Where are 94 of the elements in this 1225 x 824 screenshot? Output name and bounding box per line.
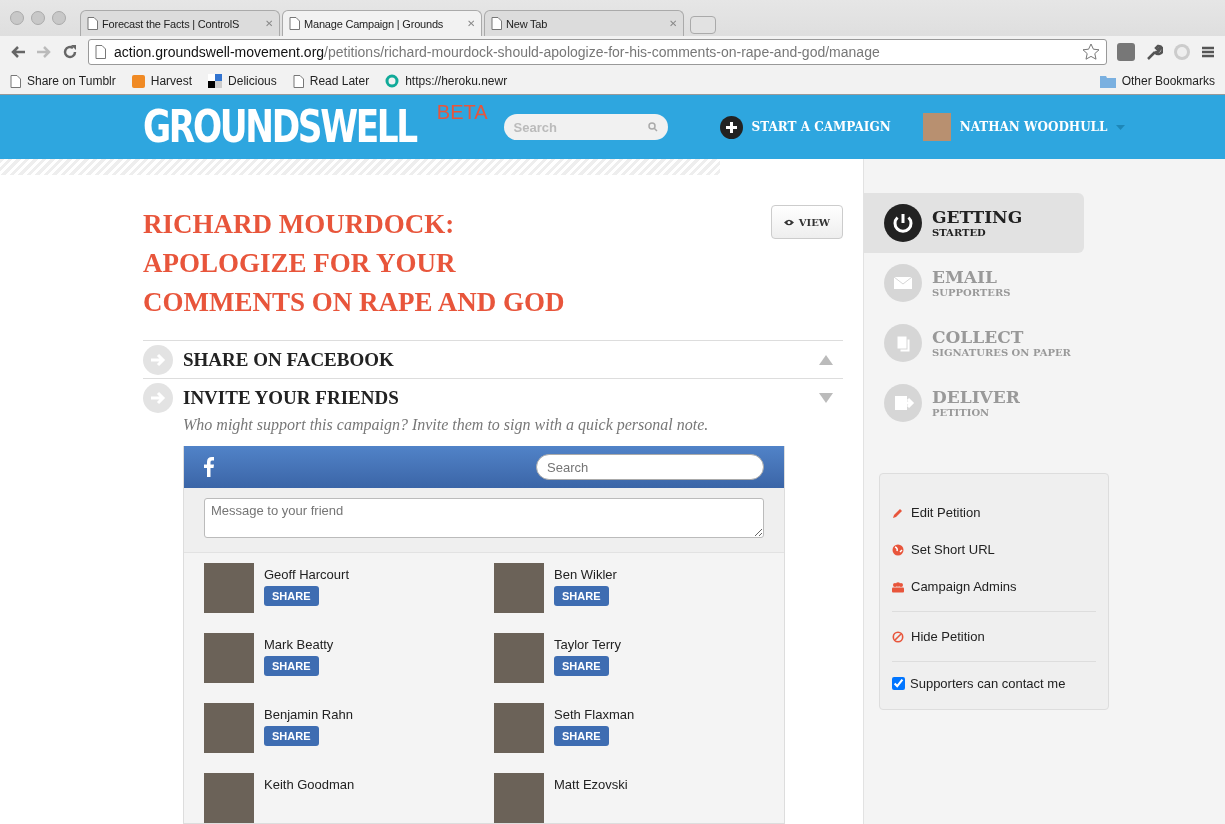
- star-icon[interactable]: [1082, 43, 1100, 61]
- arrow-circle-icon: [143, 344, 173, 375]
- window-minimize-control[interactable]: [31, 11, 45, 25]
- section-header[interactable]: SHARE ON FACEBOOK: [143, 341, 843, 379]
- browser-tab[interactable]: New Tab ✕: [484, 10, 684, 36]
- photo-placeholder: [494, 633, 544, 683]
- message-field[interactable]: Message to your friend: [204, 498, 764, 538]
- checkbox-label: Supporters can contact me: [910, 676, 1066, 691]
- page-icon: [292, 74, 304, 88]
- envelope-icon: [884, 264, 922, 302]
- photo-placeholder: [204, 703, 254, 753]
- friend-name: Ben Wikler: [554, 567, 617, 582]
- new-tab-button[interactable]: [690, 16, 716, 34]
- reload-icon[interactable]: [62, 44, 78, 60]
- step-subtitle: STARTED: [932, 227, 987, 238]
- share-button[interactable]: SHARE: [554, 656, 609, 676]
- contact-checkbox[interactable]: [892, 677, 905, 690]
- friend-name: Keith Goodman: [264, 777, 355, 792]
- photo-placeholder: [494, 563, 544, 613]
- bookmark-item[interactable]: Harvest: [131, 74, 193, 88]
- back-icon[interactable]: [10, 45, 26, 59]
- page-icon: [87, 17, 98, 30]
- view-button[interactable]: VIEW: [770, 205, 843, 239]
- caret-icon: [1116, 124, 1126, 130]
- search-icon: [647, 122, 658, 132]
- share-button[interactable]: SHARE: [264, 656, 319, 676]
- address-bar[interactable]: action.groundswell-movement.org/petitions/richard-mourdock-should-apologize-for-his-comments-on-rape-and-god/manage: [88, 39, 1107, 65]
- friend-name: Taylor Terry: [554, 637, 621, 652]
- h-logo-icon: [131, 74, 145, 88]
- friend-search-field[interactable]: Search: [536, 454, 764, 480]
- beta-label: BETA: [436, 101, 488, 124]
- friend-name: Matt Ezovski: [554, 777, 628, 792]
- step-title: DELIVER: [932, 388, 1020, 407]
- photo-placeholder: [494, 703, 544, 753]
- share-button[interactable]: SHARE: [554, 726, 609, 746]
- menu-icon[interactable]: [1201, 45, 1215, 59]
- friend-name: Mark Beatty: [264, 637, 334, 652]
- share-button[interactable]: SHARE: [264, 726, 319, 746]
- step-item[interactable]: GETTING STARTED: [864, 193, 1084, 253]
- extension-icon[interactable]: [1117, 43, 1135, 61]
- photo-placeholder: [204, 633, 254, 683]
- forward-icon[interactable]: [36, 45, 52, 59]
- page-icon: [289, 17, 300, 30]
- expand-icon: [819, 354, 833, 365]
- wrench-icon[interactable]: [1145, 43, 1163, 61]
- arrow-circle-icon: [143, 382, 173, 413]
- step-subtitle: SIGNATURES ON PAPER: [932, 347, 1071, 358]
- globe-icon[interactable]: [1173, 43, 1191, 61]
- step-subtitle: SUPPORTERS: [932, 287, 1011, 298]
- photo-placeholder: [494, 773, 544, 823]
- ring-icon: [385, 74, 400, 88]
- collapse-icon: [819, 392, 833, 403]
- eye-icon: [783, 218, 794, 226]
- browser-tab[interactable]: Forecast the Facts | ControlS ✕: [80, 10, 280, 36]
- step-subtitle: PETITION: [932, 407, 991, 418]
- section-header[interactable]: INVITE YOUR FRIENDS: [143, 379, 843, 416]
- share-button[interactable]: SHARE: [554, 586, 609, 606]
- petition-title: RICHARD MOURDOCK: APOLOGIZE FOR YOUR COMMENTS ON RAPE AND GOD: [143, 208, 566, 319]
- step-title: COLLECT: [932, 328, 1025, 347]
- friend-name: Seth Flaxman: [554, 707, 635, 722]
- ban-icon: [892, 630, 904, 643]
- window-close-control[interactable]: [10, 11, 24, 25]
- page-icon: [10, 74, 21, 88]
- globe-icon: [892, 543, 904, 556]
- action-link[interactable]: Edit Petition: [892, 494, 1096, 531]
- power-icon: [884, 204, 922, 242]
- step-title: EMAIL: [932, 268, 998, 287]
- photo-placeholder: [204, 773, 254, 823]
- bookmark-item[interactable]: Read Later: [292, 74, 370, 88]
- friend-name: Geoff Harcourt: [264, 567, 350, 582]
- friend-name: Benjamin Rahn: [264, 707, 353, 722]
- folder-icon: [1099, 74, 1116, 88]
- page-icon: [95, 45, 106, 59]
- window-zoom-control[interactable]: [52, 11, 66, 25]
- squares-icon: [208, 74, 223, 88]
- invite-prompt: Who might support this campaign? Invite them to sign with a quick personal note.: [183, 416, 710, 434]
- action-link[interactable]: Hide Petition: [892, 618, 1096, 655]
- page-icon: [491, 17, 502, 30]
- share-button[interactable]: SHARE: [264, 586, 319, 606]
- plus-icon: [719, 115, 743, 139]
- f-logo-icon: [204, 457, 214, 477]
- bookmark-item[interactable]: https://heroku.newr: [385, 74, 508, 88]
- bookmark-item[interactable]: Delicious: [208, 74, 277, 88]
- people-icon: [892, 580, 904, 593]
- pages-icon: [884, 324, 922, 362]
- step-title: GETTING: [932, 208, 1023, 227]
- avatar-placeholder: [922, 113, 951, 141]
- bookmark-folder[interactable]: Other Bookmarks: [1099, 74, 1215, 88]
- photo-placeholder: [204, 563, 254, 613]
- bookmark-item[interactable]: Share on Tumblr: [10, 74, 116, 88]
- browser-tab[interactable]: Manage Campaign | Grounds ✕: [282, 10, 482, 36]
- pencil-icon: [892, 506, 904, 519]
- action-link[interactable]: Campaign Admins: [892, 568, 1096, 605]
- action-link[interactable]: Set Short URL: [892, 531, 1096, 568]
